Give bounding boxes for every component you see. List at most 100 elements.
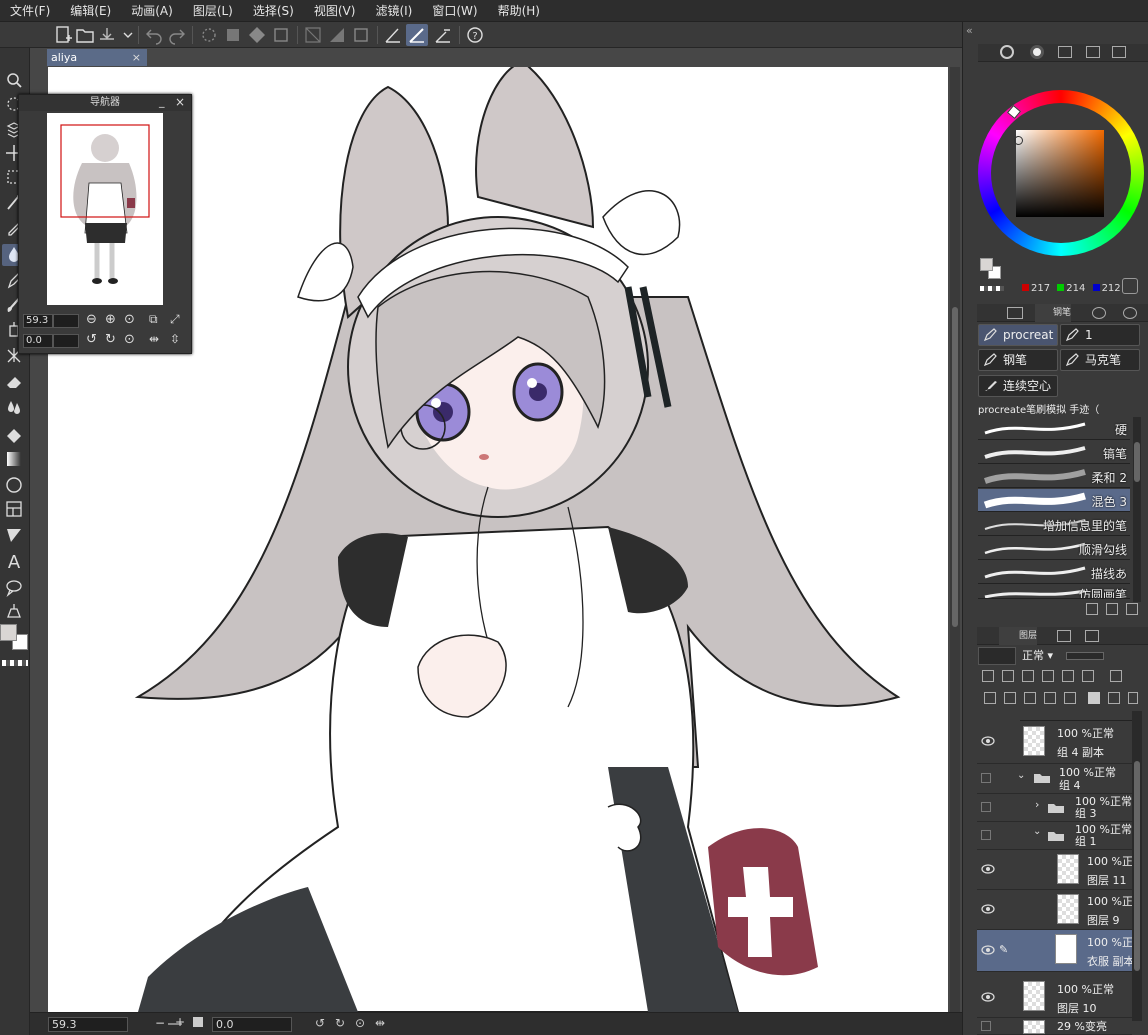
open-file-icon[interactable] xyxy=(74,24,96,46)
chevron-down-icon[interactable]: ⌄ xyxy=(1033,826,1041,837)
clear-icon[interactable] xyxy=(198,24,220,46)
layer-row[interactable]: 100 %正 图层 11 xyxy=(977,850,1133,890)
visibility-toggle-empty[interactable] xyxy=(981,802,991,812)
layer-row[interactable]: 100 %正常 组 4 副本 xyxy=(977,722,1132,764)
invert-selection-icon[interactable] xyxy=(326,24,348,46)
palette-color-icon[interactable] xyxy=(1110,670,1122,682)
new-vector-layer-icon[interactable] xyxy=(1004,692,1016,704)
subtool-1[interactable]: 1 xyxy=(1060,324,1140,346)
flip-horizontal-icon[interactable]: ⇹ xyxy=(375,1016,385,1030)
color-set-tab-icon[interactable] xyxy=(1058,46,1072,58)
visibility-toggle-empty[interactable] xyxy=(981,830,991,840)
color-wheel-tab-icon[interactable] xyxy=(1000,45,1014,59)
visibility-eye-icon[interactable] xyxy=(981,736,995,746)
color-swatches-small[interactable] xyxy=(978,258,1004,280)
layer-row[interactable]: 100 %正 图层 9 xyxy=(977,890,1133,930)
blend-icon[interactable] xyxy=(2,396,26,418)
reference-icon[interactable] xyxy=(1002,670,1014,682)
navigator-rotation-field[interactable]: 0.0 xyxy=(23,334,53,348)
clip-icon[interactable] xyxy=(982,670,994,682)
reset-rotation-icon[interactable]: ⊙ xyxy=(124,332,135,347)
tab-pen[interactable]: 钢笔 xyxy=(1035,304,1072,322)
fit-navigator-icon[interactable]: ⤢ xyxy=(170,312,180,327)
color-wheel[interactable] xyxy=(978,90,1144,256)
rotate-left-icon[interactable]: ↺ xyxy=(315,1016,325,1030)
undo-icon[interactable] xyxy=(143,24,165,46)
close-icon[interactable]: × xyxy=(175,95,185,109)
layer-color-select[interactable] xyxy=(978,647,1016,665)
ellipse-shape-icon[interactable] xyxy=(2,474,26,496)
folder-row[interactable]: › 100 %正常 组 3 xyxy=(977,794,1132,822)
blend-mode-select[interactable]: 正常 ▾ xyxy=(1020,647,1060,665)
transparent-color-icon[interactable] xyxy=(980,286,1004,291)
scrollbar-thumb[interactable] xyxy=(952,307,958,627)
frame-icon[interactable] xyxy=(2,498,26,520)
rotation-field[interactable]: 0.0 xyxy=(212,1017,292,1032)
rotate-right-icon[interactable]: ↻ xyxy=(335,1016,345,1030)
brush-item[interactable]: 描线あ xyxy=(978,561,1130,584)
duplicate-brush-icon[interactable] xyxy=(1106,603,1118,615)
flip-horizontal-icon[interactable]: ⇹ xyxy=(149,332,159,346)
layer-row-selected[interactable]: ✎ 100 %正 衣服 副本 xyxy=(977,930,1135,972)
fit-icon[interactable] xyxy=(193,1017,203,1027)
correct-line-icon[interactable] xyxy=(2,600,26,622)
new-folder-icon[interactable] xyxy=(1024,692,1036,704)
menu-file[interactable]: 文件(F) xyxy=(0,0,60,22)
rotate-left-icon[interactable]: ↺ xyxy=(86,332,97,347)
lock-icon[interactable] xyxy=(1042,670,1054,682)
saturation-value-square[interactable] xyxy=(1016,130,1104,217)
subtool-marker[interactable]: 马克笔 xyxy=(1060,349,1140,371)
layer-property-tab-icon[interactable] xyxy=(1085,630,1099,642)
chevron-down-icon[interactable] xyxy=(117,24,133,46)
subtool-tab-icon[interactable] xyxy=(1007,307,1023,319)
subtool-procreat[interactable]: procreat xyxy=(978,324,1058,346)
speech-balloon-icon[interactable] xyxy=(2,576,26,598)
navigator-zoom-field[interactable]: 59.3 xyxy=(23,314,53,328)
menu-filter[interactable]: 滤镜(I) xyxy=(365,0,422,22)
brush-item[interactable]: 柔和 2 xyxy=(978,465,1130,488)
subtool-pen[interactable]: 钢笔 xyxy=(978,349,1058,371)
draft-icon[interactable] xyxy=(1022,670,1034,682)
menu-help[interactable]: 帮助(H) xyxy=(488,0,550,22)
reset-rotation-icon[interactable]: ⊙ xyxy=(355,1016,365,1030)
zoom-field[interactable]: 59.3 xyxy=(48,1017,128,1032)
zoom-out-icon[interactable]: − xyxy=(155,1016,165,1030)
menu-edit[interactable]: 编辑(E) xyxy=(60,0,121,22)
menu-animation[interactable]: 动画(A) xyxy=(121,0,183,22)
flip-vertical-icon[interactable]: ⇳ xyxy=(170,332,180,346)
brush-item[interactable]: 硬 xyxy=(978,417,1130,440)
zoom-in-icon[interactable]: + xyxy=(175,1015,185,1029)
snap-grid-icon[interactable] xyxy=(432,24,454,46)
deselect-icon[interactable] xyxy=(302,24,324,46)
close-tab-icon[interactable]: × xyxy=(132,49,141,66)
subtool-continuous-hollow[interactable]: 连续空心 xyxy=(978,375,1058,397)
apply-mask-icon[interactable] xyxy=(1108,692,1120,704)
navigator-zoom-slider[interactable] xyxy=(53,314,79,328)
layer-row[interactable]: 100 %正常 图层 10 xyxy=(977,976,1132,1018)
color-slider-tab-icon[interactable] xyxy=(1030,45,1044,59)
visibility-toggle-empty[interactable] xyxy=(981,1021,991,1031)
fit-to-window-icon[interactable]: ⧉ xyxy=(149,312,158,327)
document-tab[interactable]: aliya × xyxy=(47,49,147,66)
mask-icon[interactable] xyxy=(1082,670,1094,682)
folder-row[interactable]: ⌄ 100 %正常 组 1 xyxy=(977,822,1132,850)
chevron-down-icon[interactable]: ⌄ xyxy=(1017,770,1025,781)
tab-layers[interactable]: 图层 xyxy=(999,627,1038,645)
brush-list-scrollbar[interactable] xyxy=(1133,417,1141,602)
zoom-out-icon[interactable]: ⊖ xyxy=(86,312,97,327)
layer-mask-icon[interactable] xyxy=(1088,692,1100,704)
menu-select[interactable]: 选择(S) xyxy=(243,0,304,22)
minimize-icon[interactable]: _ xyxy=(159,95,165,108)
new-file-icon[interactable] xyxy=(52,24,74,46)
chevron-right-icon[interactable]: › xyxy=(1035,798,1039,811)
visibility-eye-icon[interactable] xyxy=(981,904,995,914)
navigator-preview[interactable] xyxy=(47,113,163,305)
main-sub-color-swatch[interactable] xyxy=(0,622,30,652)
approximate-color-tab-icon[interactable] xyxy=(1112,46,1126,58)
crop-icon[interactable] xyxy=(270,24,292,46)
opacity-slider[interactable] xyxy=(1066,652,1104,660)
visibility-eye-icon[interactable] xyxy=(981,945,995,955)
new-raster-layer-icon[interactable] xyxy=(984,692,996,704)
lock-transparent-icon[interactable] xyxy=(1062,670,1074,682)
redo-icon[interactable] xyxy=(166,24,188,46)
